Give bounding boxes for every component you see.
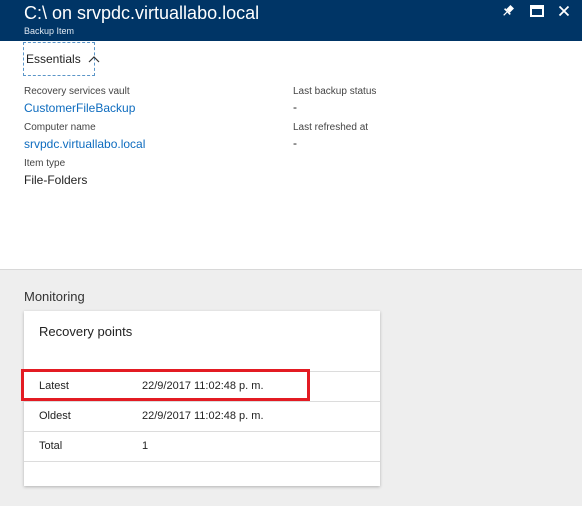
item-type-label: Item type xyxy=(24,158,66,169)
pin-icon xyxy=(501,4,515,23)
table-row: Total 1 xyxy=(24,431,380,461)
item-type-value: File-Folders xyxy=(24,173,88,187)
row-value: 22/9/2017 11:02:48 p. m. xyxy=(142,380,264,392)
blade-subtitle: Backup Item xyxy=(24,26,75,36)
blade-header: C:\ on srvpdc.virtuallabo.local Backup I… xyxy=(0,0,582,41)
close-button[interactable] xyxy=(554,4,574,22)
maximize-icon xyxy=(530,4,544,22)
table-row: Latest 22/9/2017 11:02:48 p. m. xyxy=(24,371,380,401)
last-refreshed-label: Last refreshed at xyxy=(293,122,369,133)
row-label: Oldest xyxy=(39,410,71,422)
blade-title: C:\ on srvpdc.virtuallabo.local xyxy=(24,3,260,23)
vault-link[interactable]: CustomerFileBackup xyxy=(24,101,135,115)
last-backup-status-label: Last backup status xyxy=(293,86,377,97)
essentials-label: Essentials xyxy=(26,52,81,66)
pin-button[interactable] xyxy=(498,4,518,22)
divider xyxy=(24,461,380,462)
close-icon xyxy=(558,4,570,22)
recovery-points-title: Recovery points xyxy=(39,324,133,339)
computer-name-label: Computer name xyxy=(24,122,96,133)
row-label: Latest xyxy=(39,380,69,392)
row-value: 1 xyxy=(142,440,149,452)
row-label: Total xyxy=(39,440,63,452)
maximize-button[interactable] xyxy=(527,4,547,22)
last-backup-status-value: - xyxy=(293,100,297,114)
recovery-points-tile[interactable]: Recovery points Latest 22/9/2017 11:02:4… xyxy=(24,311,380,486)
monitoring-title: Monitoring xyxy=(24,289,85,304)
monitoring-section: Monitoring Recovery points Latest 22/9/2… xyxy=(0,269,582,506)
vault-label: Recovery services vault xyxy=(24,86,130,97)
computer-name-link[interactable]: srvpdc.virtuallabo.local xyxy=(24,137,145,151)
last-refreshed-value: - xyxy=(293,136,297,150)
essentials-toggle[interactable]: Essentials xyxy=(23,42,100,76)
chevron-up-icon xyxy=(88,55,100,63)
table-row: Oldest 22/9/2017 11:02:48 p. m. xyxy=(24,401,380,431)
row-value: 22/9/2017 11:02:48 p. m. xyxy=(142,410,264,422)
